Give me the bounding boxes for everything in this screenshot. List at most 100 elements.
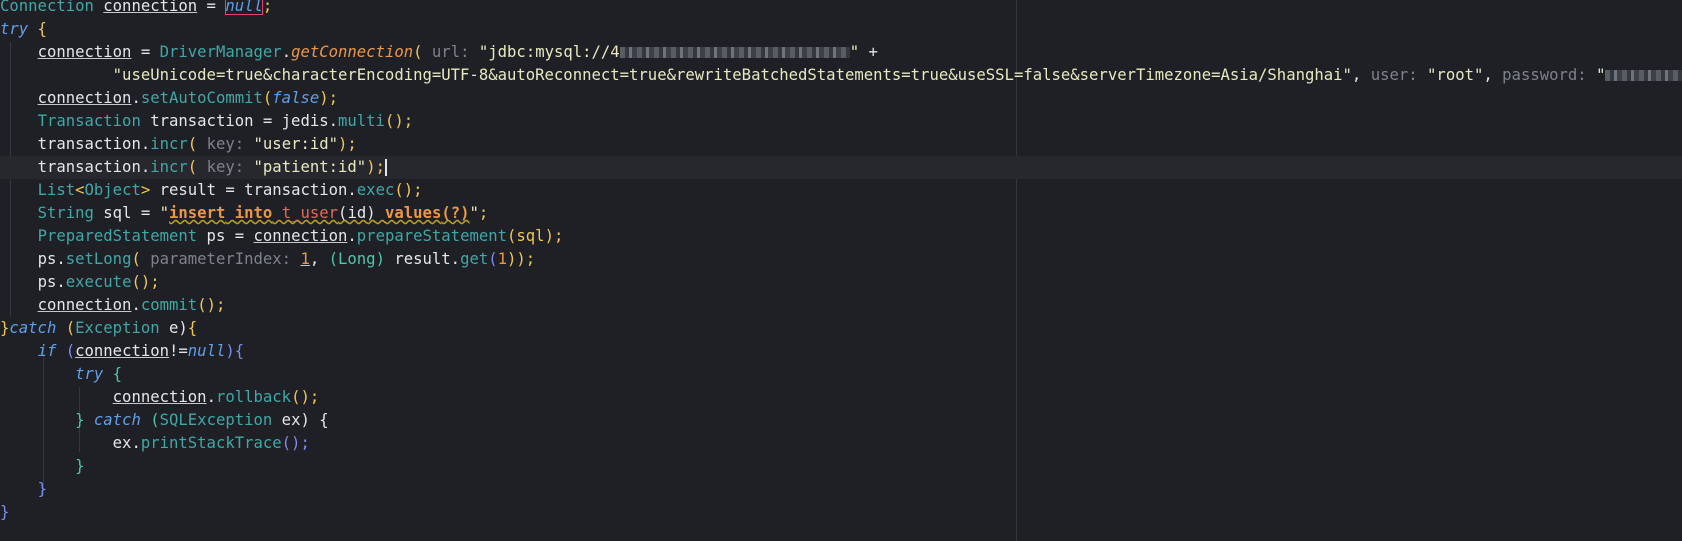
code-line-11[interactable]: PreparedStatement ps = connection.prepar… <box>0 225 1682 248</box>
token: = <box>197 0 226 15</box>
token: try <box>0 20 29 38</box>
token: . <box>131 89 141 107</box>
token: " <box>849 43 860 61</box>
token: } <box>75 411 85 429</box>
token: multi <box>338 112 385 130</box>
token: values <box>385 204 442 222</box>
code-line-12[interactable]: ps.setLong( parameterIndex: 1, (Long) re… <box>0 248 1682 271</box>
param-hint: url: <box>422 43 479 61</box>
param-hint: password: <box>1502 66 1587 84</box>
token: connection <box>103 0 198 15</box>
code-line-3[interactable]: connection = DriverManager.getConnection… <box>0 41 1682 64</box>
code-line-10[interactable]: String sql = "insert into t_user(id) val… <box>0 202 1682 225</box>
token: get <box>460 250 489 268</box>
code-line-22[interactable]: } <box>0 478 1682 501</box>
token: (); <box>197 296 226 314</box>
code-line-2[interactable]: try { <box>0 18 1682 41</box>
code-line-14[interactable]: connection.commit(); <box>0 294 1682 317</box>
token: < <box>75 181 85 199</box>
code-line-6[interactable]: Transaction transaction = jedis.multi(); <box>0 110 1682 133</box>
token: ; <box>478 204 489 222</box>
code-line-17[interactable]: try { <box>0 363 1682 386</box>
token: connection <box>37 43 132 61</box>
token: "patient:id" <box>253 158 367 176</box>
token: 1 <box>497 250 508 268</box>
token: (); <box>394 181 423 199</box>
token: != <box>169 342 188 360</box>
token: . <box>131 296 141 314</box>
code-line-1[interactable]: Connection connection = null; <box>0 0 1682 18</box>
token: Transaction <box>37 112 141 130</box>
token: "useUnicode=true&characterEncoding=UTF-8… <box>112 66 1352 84</box>
token: . <box>281 43 292 61</box>
code-line-21[interactable]: } <box>0 455 1682 478</box>
token: "root" <box>1427 66 1484 84</box>
token: connection <box>37 296 132 314</box>
token: (Long) <box>328 250 385 268</box>
token: getConnection <box>291 43 414 61</box>
token: 1 <box>300 250 310 268</box>
token: PreparedStatement <box>37 227 198 245</box>
token: (?) <box>441 204 470 222</box>
token: Exception <box>75 319 160 337</box>
code-line-15[interactable]: }catch (Exception e){ <box>0 317 1682 340</box>
token: ); <box>319 89 339 107</box>
token: } <box>75 457 85 475</box>
token: (); <box>291 388 320 406</box>
token: String <box>37 204 94 222</box>
code-line-19[interactable]: } catch (SQLException ex) { <box>0 409 1682 432</box>
token: } <box>37 480 47 498</box>
redacted-host <box>619 47 850 58</box>
token: transaction. <box>37 158 151 176</box>
token: ( <box>262 89 273 107</box>
token: (sql); <box>507 227 564 245</box>
token: DriverManager <box>159 43 282 61</box>
token: } <box>0 503 10 521</box>
code-line-4[interactable]: "useUnicode=true&characterEncoding=UTF-8… <box>0 64 1682 87</box>
code-line-16[interactable]: if (connection!=null){ <box>0 340 1682 363</box>
token: setAutoCommit <box>140 89 263 107</box>
token: catch <box>93 411 141 429</box>
code-line-18[interactable]: connection.rollback(); <box>0 386 1682 409</box>
token: ( <box>187 158 198 176</box>
code-editor[interactable]: Connection connection = null; try { conn… <box>0 0 1682 541</box>
code-line-8-current[interactable]: transaction.incr( key: "patient:id"); <box>0 156 1682 179</box>
token: incr <box>150 135 188 153</box>
code-line-13[interactable]: ps.execute(); <box>0 271 1682 294</box>
code-line-20[interactable]: ex.printStackTrace(); <box>0 432 1682 455</box>
token: e) <box>159 319 188 337</box>
code-line-9[interactable]: List<Object> result = transaction.exec()… <box>0 179 1682 202</box>
code-line-7[interactable]: transaction.incr( key: "user:id"); <box>0 133 1682 156</box>
token: connection <box>37 89 132 107</box>
token: , <box>1351 66 1371 84</box>
code-line-5[interactable]: connection.setAutoCommit(false); <box>0 87 1682 110</box>
text-caret <box>384 159 387 176</box>
token: > <box>140 181 151 199</box>
token: null <box>187 342 226 360</box>
token: { <box>234 342 245 360</box>
token: ( <box>187 135 198 153</box>
code-line-23[interactable]: } <box>0 501 1682 524</box>
token: { <box>28 20 47 38</box>
token: "jdbc:mysql://4 <box>478 43 620 61</box>
token: into <box>234 204 273 222</box>
token: (); <box>281 434 310 452</box>
token: ) <box>225 342 235 360</box>
token: , <box>309 250 329 268</box>
token: ps. <box>37 250 66 268</box>
token: id <box>347 204 367 222</box>
token: " <box>1596 66 1606 84</box>
token: ); <box>366 158 385 176</box>
token: = <box>131 43 160 61</box>
